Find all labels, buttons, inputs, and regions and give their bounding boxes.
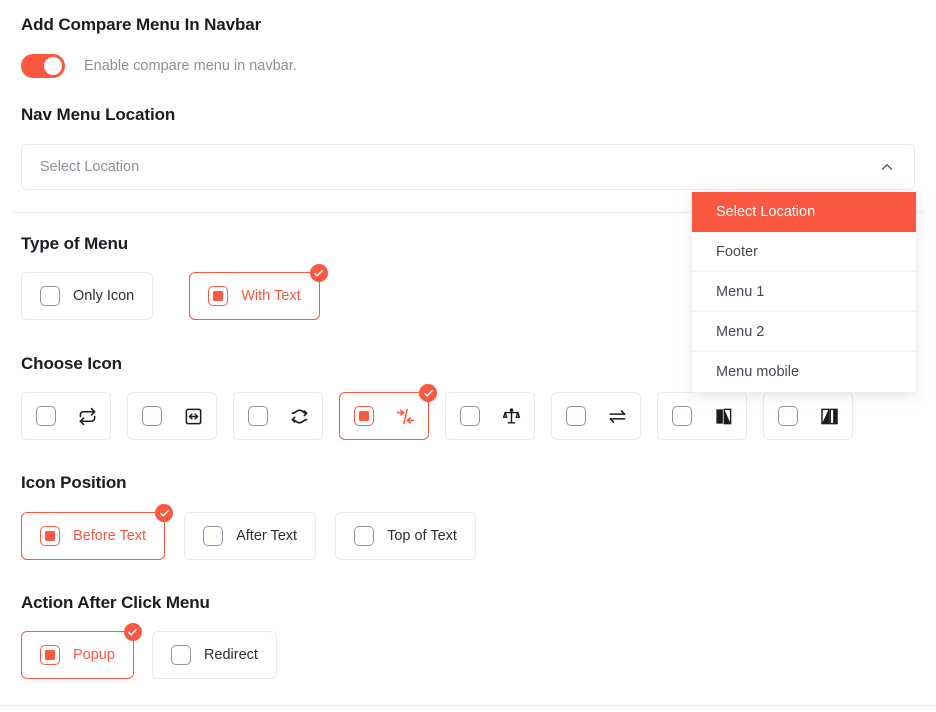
- checkbox-icon[interactable]: [565, 406, 586, 426]
- checkbox-icon[interactable]: [203, 526, 224, 546]
- type-of-menu-title: Type of Menu: [21, 234, 129, 253]
- settings-page: Add Compare Menu In Navbar Enable compar…: [0, 0, 936, 712]
- action-after-click-options: Popup Redirect: [21, 623, 277, 679]
- choose-icon-option-box-arrows[interactable]: [127, 392, 217, 440]
- icon-position-option-before-text[interactable]: Before Text: [21, 504, 174, 560]
- select-placeholder-text: Select Location: [40, 159, 140, 175]
- split-square-outline-icon: [820, 408, 838, 424]
- option-label: Redirect: [203, 647, 258, 663]
- action-option-popup[interactable]: Popup: [21, 623, 142, 679]
- choose-icon-option-split-square-filled[interactable]: [657, 392, 747, 440]
- dropdown-option-menu-mobile[interactable]: Menu mobile: [692, 352, 916, 392]
- type-of-menu-options: Only Icon With Text: [21, 264, 328, 320]
- option-label: Before Text: [73, 528, 147, 544]
- check-badge-icon: [123, 623, 142, 641]
- checkbox-icon[interactable]: [353, 406, 374, 426]
- page-title: Add Compare Menu In Navbar: [21, 15, 262, 34]
- dropdown-option-menu-1[interactable]: Menu 1: [692, 272, 916, 312]
- checkbox-icon[interactable]: [35, 406, 56, 426]
- option-label: Only Icon: [73, 288, 135, 304]
- check-badge-icon: [309, 264, 328, 282]
- checkbox-icon[interactable]: [141, 406, 162, 426]
- checkbox-icon[interactable]: [354, 526, 375, 546]
- checkbox-icon[interactable]: [777, 406, 798, 426]
- option-label: After Text: [236, 528, 298, 544]
- check-badge-icon: [419, 384, 437, 402]
- exchange-arrows-icon: [609, 409, 625, 423]
- dropdown-option-menu-2[interactable]: Menu 2: [692, 312, 916, 352]
- checkbox-icon[interactable]: [40, 526, 60, 546]
- nav-menu-location-dropdown: Select Location Footer Menu 1 Menu 2 Men…: [691, 192, 917, 393]
- icon-position-title: Icon Position: [21, 473, 127, 492]
- choose-icon-option-repeat-arrows[interactable]: [21, 392, 111, 440]
- choose-icon-option-wavy-swap-arrows[interactable]: [233, 392, 323, 440]
- choose-icon-option-exchange-arrows[interactable]: [551, 392, 641, 440]
- icon-position-option-top-of-text[interactable]: Top of Text: [335, 512, 476, 560]
- checkbox-icon[interactable]: [459, 406, 480, 426]
- icon-position-option-after-text[interactable]: After Text: [184, 512, 317, 560]
- toggle-knob: [44, 57, 62, 75]
- checkbox-icon[interactable]: [671, 406, 692, 426]
- box-arrows-icon: [185, 408, 201, 424]
- divider-bottom: [0, 705, 936, 706]
- choose-icon-option-arrows-to-center[interactable]: [339, 384, 437, 440]
- nav-menu-location-select[interactable]: Select Location: [21, 144, 915, 190]
- type-of-menu-option-with-text[interactable]: With Text: [189, 264, 328, 320]
- nav-menu-location-title: Nav Menu Location: [21, 105, 176, 124]
- type-of-menu-option-only-icon[interactable]: Only Icon: [21, 272, 154, 320]
- checkbox-icon[interactable]: [208, 286, 229, 306]
- wavy-swap-arrows-icon: [291, 408, 307, 424]
- dropdown-option-select-location[interactable]: Select Location: [692, 192, 916, 232]
- checkbox-icon[interactable]: [40, 286, 60, 306]
- check-badge-icon: [155, 504, 174, 522]
- enable-compare-toggle[interactable]: [21, 54, 65, 78]
- repeat-arrows-icon: [79, 407, 95, 425]
- chevron-up-icon[interactable]: [878, 158, 896, 176]
- choose-icon-option-balance-scale[interactable]: [445, 392, 535, 440]
- balance-scale-icon: [502, 407, 520, 424]
- choose-icon-options: [21, 384, 853, 440]
- option-label: Popup: [73, 647, 115, 663]
- option-label: Top of Text: [387, 528, 457, 544]
- dropdown-option-footer[interactable]: Footer: [692, 232, 916, 272]
- arrows-to-center-icon: [396, 408, 414, 424]
- icon-position-options: Before Text After Text Top of Text: [21, 504, 476, 560]
- checkbox-icon[interactable]: [40, 645, 60, 665]
- action-after-click-title: Action After Click Menu: [21, 593, 210, 612]
- enable-compare-toggle-label: Enable compare menu in navbar.: [84, 58, 297, 74]
- checkbox-icon[interactable]: [247, 406, 268, 426]
- checkbox-icon[interactable]: [170, 645, 191, 665]
- choose-icon-title: Choose Icon: [21, 354, 122, 373]
- action-option-redirect[interactable]: Redirect: [151, 631, 277, 679]
- choose-icon-option-split-square-outline[interactable]: [763, 392, 853, 440]
- enable-compare-toggle-row: Enable compare menu in navbar.: [21, 54, 297, 78]
- option-label: With Text: [241, 288, 301, 304]
- navbar-section-title: Add Compare Menu In Navbar: [21, 15, 261, 35]
- split-square-filled-icon: [715, 408, 731, 424]
